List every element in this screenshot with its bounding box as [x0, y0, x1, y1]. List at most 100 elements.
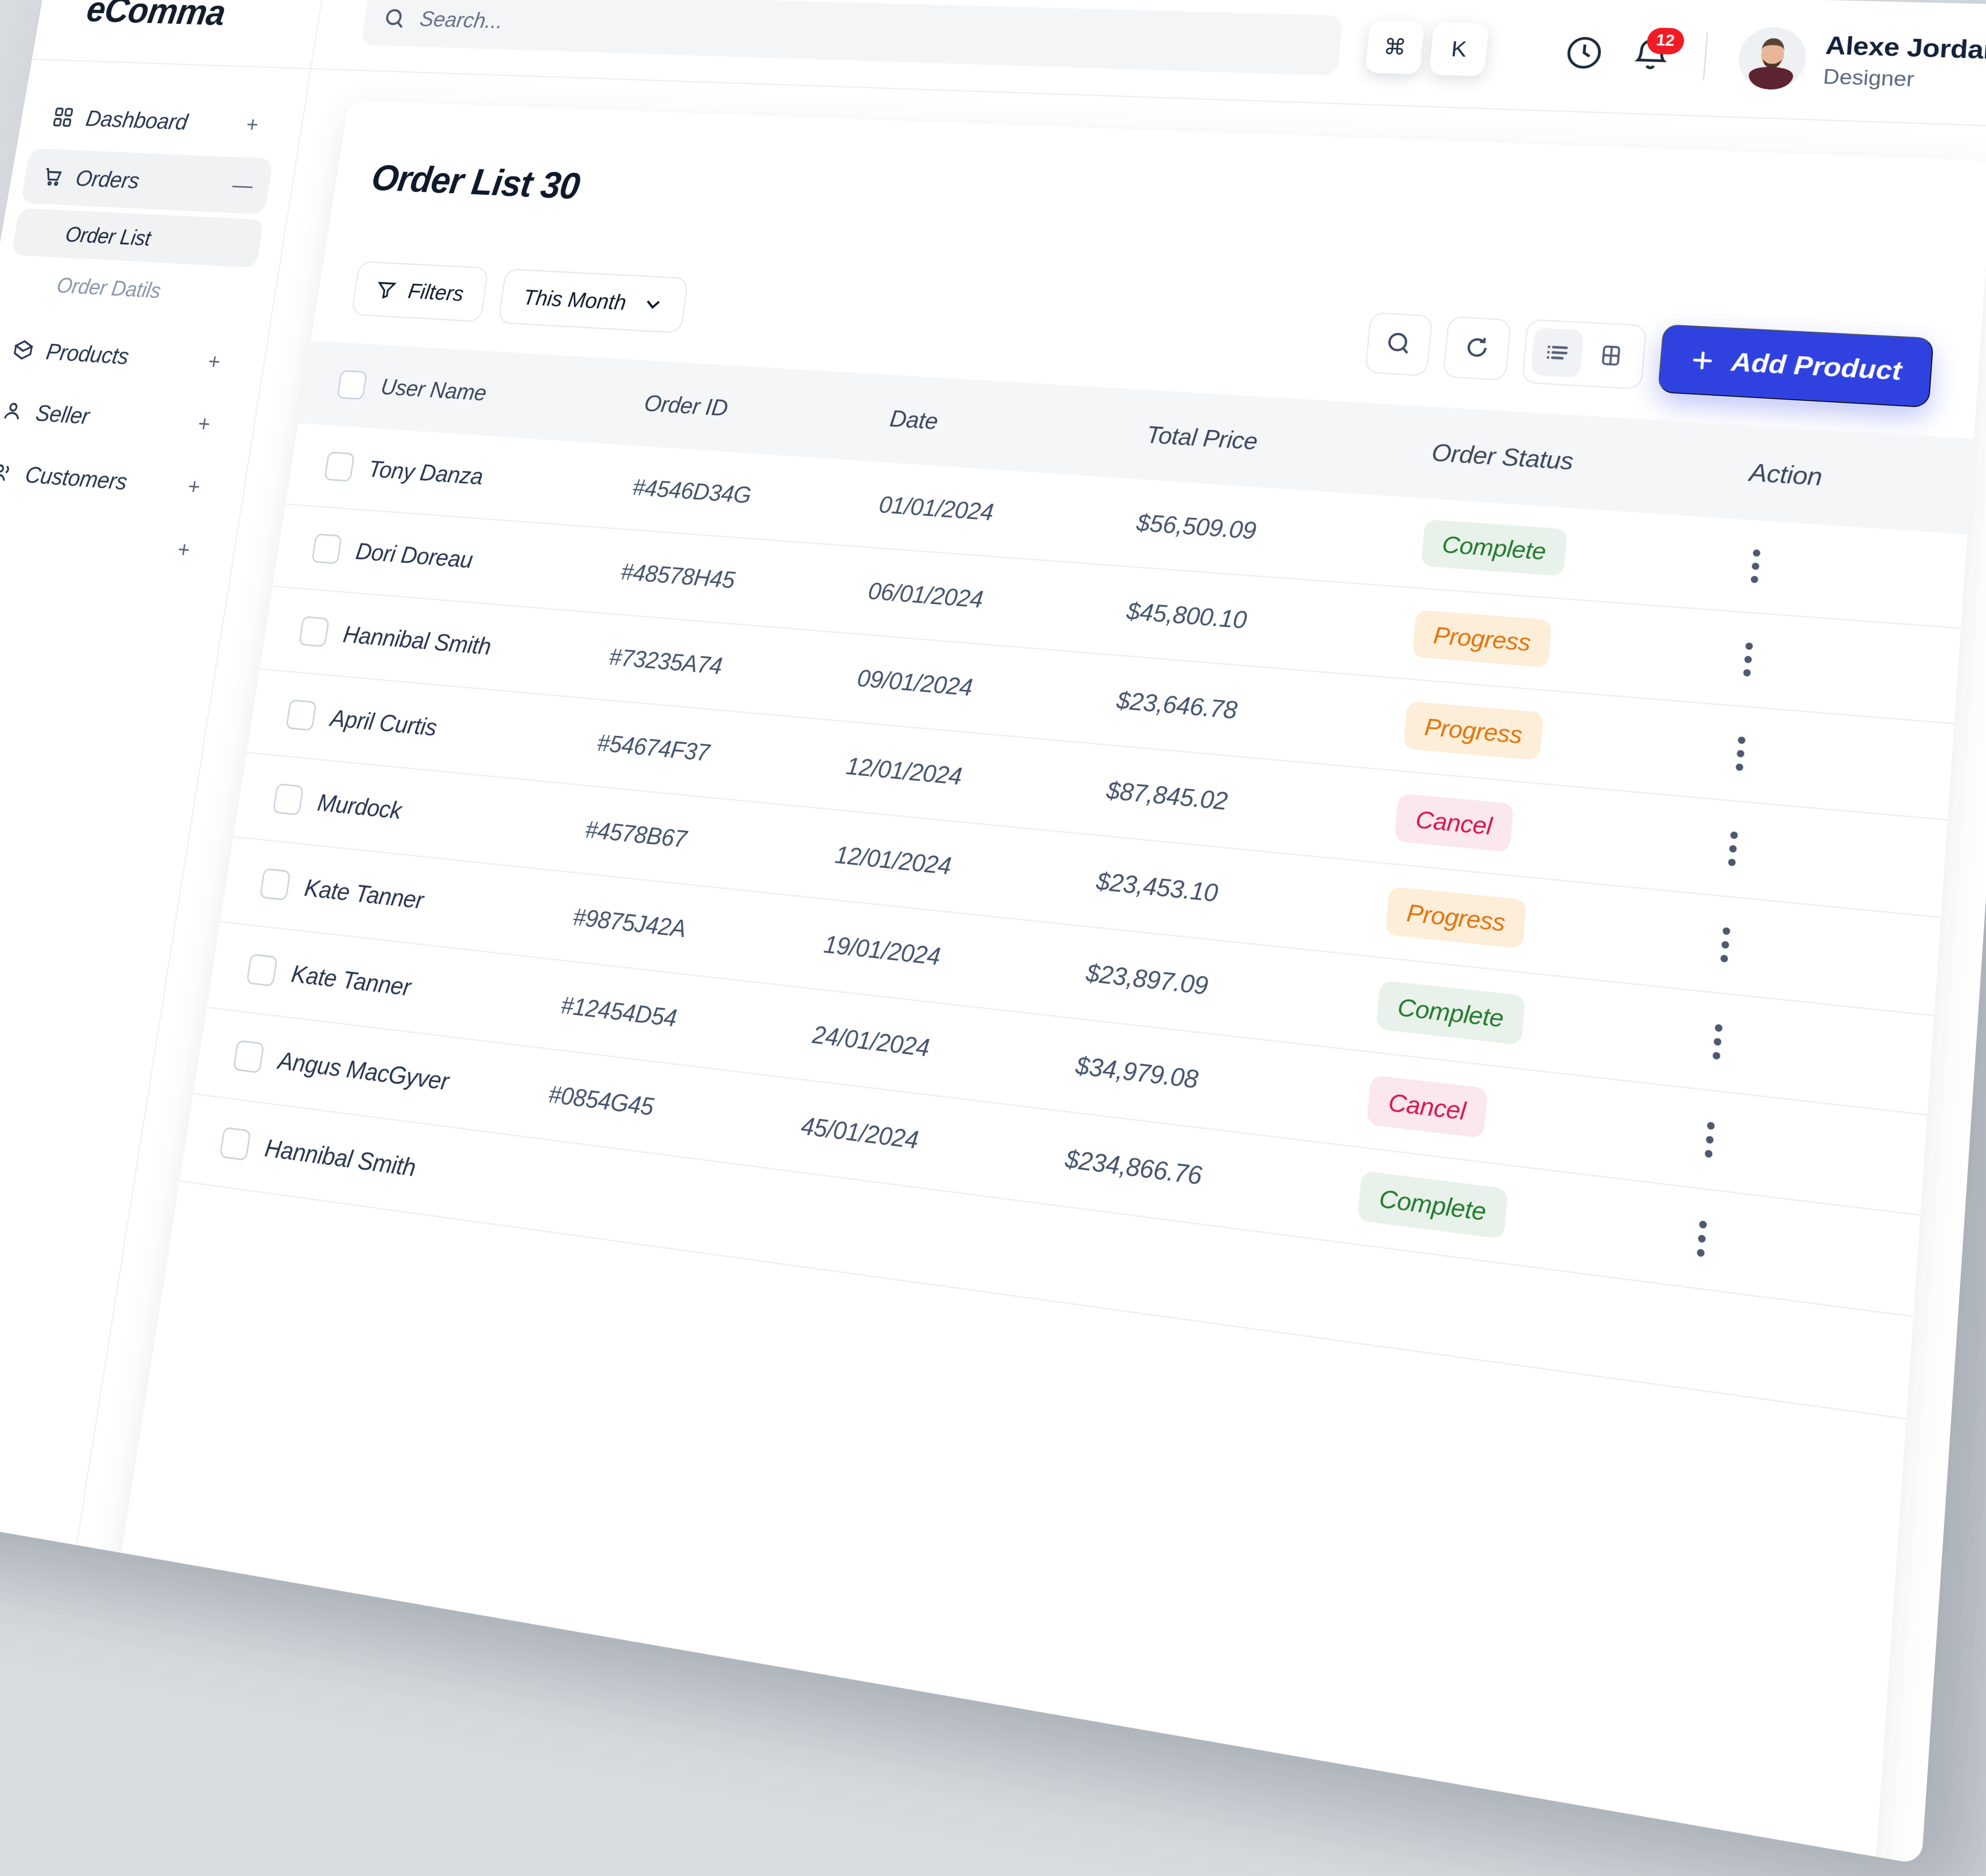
column-header-action[interactable]: Action — [1745, 425, 1974, 534]
collapse-toggle[interactable]: — — [230, 174, 255, 196]
sidebar-subnav-orders: Order List Order Datils — [0, 207, 286, 325]
expand-toggle[interactable]: + — [192, 412, 216, 436]
sidebar-item-label: Orders — [74, 165, 221, 198]
plus-icon — [1688, 347, 1717, 374]
profile-role: Designer — [1822, 65, 1986, 94]
sidebar-item-seller[interactable]: Seller + — [0, 381, 235, 455]
grid-icon — [51, 105, 75, 129]
sidebar-item-customers[interactable]: Customers + — [0, 443, 225, 518]
content: Order List 30 Filters This Month Add Pro… — [77, 69, 1986, 1864]
row-checkbox[interactable] — [233, 1040, 264, 1073]
user-name-text: Tony Danza — [367, 455, 485, 490]
sidebar-item-dashboard[interactable]: Dashboard + — [31, 89, 283, 153]
box-icon — [11, 338, 36, 362]
search-icon — [381, 6, 408, 30]
profile-name: Alexe Jordan — [1825, 31, 1986, 65]
table-search-button[interactable] — [1365, 312, 1433, 376]
search-placeholder: Search... — [418, 6, 505, 34]
main-area: Search... ⌘ K 12 Alexe Jordan Designer O… — [77, 0, 1986, 1864]
user-name-text: Kate Tanner — [290, 959, 413, 1001]
global-search[interactable]: Search... — [361, 0, 1343, 76]
sidebar-item-analytics[interactable]: + — [0, 504, 215, 581]
expand-toggle[interactable]: + — [240, 113, 265, 136]
sidebar-nav: Dashboard + Orders — — [6, 60, 310, 220]
add-product-label: Add Product — [1730, 347, 1903, 386]
sidebar-item-label: Products — [44, 338, 193, 374]
sidebar-item-orders[interactable]: Orders — — [20, 149, 273, 215]
row-menu-icon[interactable] — [1726, 736, 1756, 772]
row-checkbox[interactable] — [246, 953, 278, 987]
sidebar-item-products[interactable]: Products + — [0, 321, 245, 392]
refresh-button[interactable] — [1443, 316, 1512, 381]
user-name-text: Hannibal Smith — [341, 621, 493, 661]
column-header-date[interactable]: Date — [884, 375, 1151, 479]
sidebar-item-label: Customers — [23, 461, 173, 498]
user-profile[interactable]: Alexe Jordan Designer — [1736, 26, 1986, 97]
expand-toggle[interactable]: + — [172, 538, 197, 562]
row-menu-icon[interactable] — [1694, 1120, 1725, 1159]
filters-label: Filters — [407, 278, 465, 306]
row-checkbox[interactable] — [298, 616, 330, 647]
period-select[interactable]: This Month — [498, 268, 689, 333]
bell-icon[interactable]: 12 — [1628, 34, 1674, 75]
status-badge: Progress — [1385, 886, 1527, 949]
brand: eComma — [32, 0, 327, 69]
row-menu-icon[interactable] — [1733, 642, 1763, 678]
expand-toggle[interactable]: + — [182, 475, 206, 498]
user-name-text: Hannibal Smith — [263, 1133, 418, 1183]
status-badge: Complete — [1357, 1171, 1508, 1239]
row-menu-icon[interactable] — [1710, 926, 1741, 963]
divider — [1703, 32, 1708, 80]
row-menu-icon[interactable] — [1702, 1023, 1733, 1061]
filters-button[interactable]: Filters — [351, 261, 489, 322]
cart-icon — [41, 165, 65, 189]
search-shortcut: ⌘ K — [1365, 20, 1489, 77]
brand-name: eComma — [84, 0, 228, 34]
status-badge: Cancel — [1394, 793, 1513, 852]
order-table: User Name Order ID Date Total Price Orde… — [180, 340, 1974, 1419]
expand-toggle[interactable]: + — [202, 350, 226, 373]
order-list-card: Order List 30 Filters This Month Add Pro… — [116, 101, 1986, 1865]
sidebar-subitem-label: Order Datils — [55, 273, 163, 303]
sidebar-subitem-label: Order List — [64, 222, 153, 251]
table-body: Tony Danza #4546D34G 01/01/2024 $56,509.09 C… — [180, 423, 1967, 1418]
row-menu-icon[interactable] — [1718, 830, 1749, 867]
user-name-text: Murdock — [316, 788, 403, 825]
view-switcher — [1521, 319, 1647, 389]
notification-count: 12 — [1646, 27, 1685, 55]
refresh-icon — [1461, 333, 1493, 364]
list-view-icon[interactable] — [1530, 328, 1584, 378]
clock-icon[interactable] — [1561, 32, 1607, 73]
status-badge: Progress — [1412, 610, 1552, 668]
order-table-wrapper: User Name Order ID Date Total Price Orde… — [116, 316, 1976, 1864]
user-icon — [0, 399, 25, 423]
sidebar-item-order-details[interactable]: Order Datils — [2, 259, 255, 320]
sidebar-item-label: Dashboard — [84, 105, 231, 137]
row-checkbox[interactable] — [311, 533, 342, 564]
status-badge: Complete — [1376, 980, 1525, 1045]
row-menu-icon[interactable] — [1741, 549, 1771, 584]
status-badge: Complete — [1421, 520, 1567, 577]
column-label: User Name — [379, 374, 488, 406]
chevron-down-icon — [642, 293, 664, 315]
topbar-actions: 12 Alexe Jordan Designer — [1560, 22, 1986, 97]
sidebar-item-label — [15, 537, 160, 548]
sidebar-nav-rest: Products + Seller + Customers + + — [0, 309, 270, 588]
row-menu-icon[interactable] — [1686, 1219, 1717, 1258]
status-badge: Progress — [1403, 701, 1544, 761]
user-name-text: Kate Tanner — [303, 873, 426, 914]
users-icon — [0, 460, 15, 485]
row-checkbox[interactable] — [324, 451, 355, 482]
row-checkbox[interactable] — [259, 868, 291, 901]
sidebar-item-label: Seller — [34, 399, 183, 436]
status-badge: Cancel — [1367, 1075, 1488, 1138]
row-checkbox[interactable] — [285, 699, 317, 731]
app-window: eComma Dashboard + Orders — Order List O… — [0, 0, 1986, 1864]
select-all-checkbox[interactable] — [337, 370, 368, 400]
kbd-modifier: ⌘ — [1365, 20, 1425, 74]
column-header-order-id[interactable]: Order ID — [638, 360, 895, 462]
row-checkbox[interactable] — [273, 783, 304, 815]
grid-view-icon[interactable] — [1584, 331, 1638, 381]
cell-action — [1738, 520, 1967, 628]
row-checkbox[interactable] — [219, 1126, 251, 1161]
